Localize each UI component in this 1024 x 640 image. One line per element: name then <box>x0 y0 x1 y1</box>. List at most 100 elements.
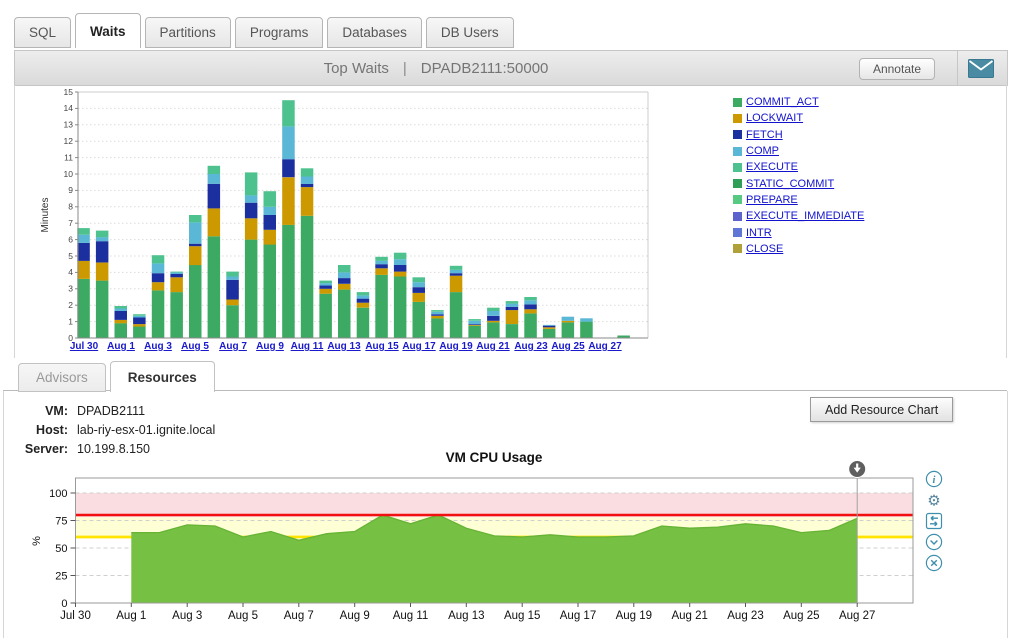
svg-text:4: 4 <box>68 267 73 277</box>
svg-text:Aug 5: Aug 5 <box>228 610 258 622</box>
legend-item-fetch[interactable]: FETCH <box>733 127 864 143</box>
annotate-button[interactable]: Annotate <box>858 58 935 80</box>
svg-text:Aug 1: Aug 1 <box>116 610 146 622</box>
svg-text:Aug 7: Aug 7 <box>284 610 314 622</box>
swap-horizontal-icon[interactable] <box>925 512 943 530</box>
vm-info-label: Host: <box>36 423 68 437</box>
svg-text:Aug 21: Aug 21 <box>671 610 707 622</box>
vm-cpu-usage-chart: 0 25 50 75 100% Jul 30 Aug 1 Aug 3 Aug 5 Aug 7 Aug… <box>31 460 914 622</box>
cpu-chart-toolbar: i ⚙ <box>925 470 943 575</box>
info-circle-icon[interactable]: i <box>925 470 943 488</box>
vm-info-row: VM: DPADB2111 <box>18 402 215 421</box>
svg-text:i: i <box>933 475 936 486</box>
legend-item-intr[interactable]: INTR <box>733 224 864 240</box>
legend-item-close[interactable]: CLOSE <box>733 241 864 257</box>
vm-info-row: Host: lab-riy-esx-01.ignite.local <box>18 421 215 440</box>
tab-sql[interactable]: SQL <box>14 17 72 48</box>
svg-text:14: 14 <box>64 103 74 113</box>
tab-resources[interactable]: Resources <box>109 361 215 392</box>
legend-swatch <box>733 162 742 172</box>
legend-link[interactable]: FETCH <box>746 129 783 141</box>
legend-item-lockwait[interactable]: LOCKWAIT <box>733 110 864 126</box>
svg-text:Aug 15: Aug 15 <box>504 610 540 622</box>
svg-text:100: 100 <box>49 488 67 500</box>
svg-text:7: 7 <box>68 218 73 228</box>
svg-text:Aug 13: Aug 13 <box>448 610 484 622</box>
lower-panel-border-right <box>1007 391 1008 638</box>
legend-swatch <box>733 211 742 221</box>
legend-link[interactable]: CLOSE <box>746 243 783 255</box>
legend-link[interactable]: EXECUTE_IMMEDIATE <box>746 210 864 222</box>
svg-text:12: 12 <box>64 136 74 146</box>
add-resource-chart-button[interactable]: Add Resource Chart <box>810 397 954 422</box>
svg-text:0: 0 <box>61 598 67 610</box>
legend-link[interactable]: INTR <box>746 227 772 239</box>
page-title-text: Top Waits <box>323 59 389 77</box>
tab-databases[interactable]: Databases <box>327 17 422 48</box>
svg-text:Aug 25: Aug 25 <box>783 610 819 622</box>
chevron-down-circle-icon[interactable] <box>925 533 943 551</box>
svg-text:9: 9 <box>68 185 73 195</box>
svg-text:%: % <box>31 536 43 546</box>
legend-swatch <box>733 146 742 156</box>
legend-swatch <box>733 179 742 189</box>
svg-text:8: 8 <box>68 202 73 212</box>
legend-item-prepare[interactable]: PREPARE <box>733 192 864 208</box>
svg-text:25: 25 <box>55 571 67 583</box>
svg-text:2: 2 <box>68 300 73 310</box>
svg-text:15: 15 <box>64 87 74 97</box>
svg-text:10: 10 <box>64 169 74 179</box>
gear-icon[interactable]: ⚙ <box>925 491 943 510</box>
svg-text:50: 50 <box>55 543 67 555</box>
legend-item-static_commit[interactable]: STATIC_COMMIT <box>733 175 864 191</box>
svg-text:11: 11 <box>64 152 73 162</box>
legend-link[interactable]: COMMIT_ACT <box>746 96 819 108</box>
close-circle-icon[interactable] <box>925 554 943 572</box>
legend-swatch <box>733 195 742 205</box>
svg-text:Aug 3: Aug 3 <box>172 610 202 622</box>
tab-partitions[interactable]: Partitions <box>144 17 231 48</box>
legend-swatch <box>733 228 742 238</box>
annotation-marker[interactable] <box>848 460 867 478</box>
resources-tab-bar: Advisors Resources <box>18 361 215 392</box>
tab-db-users[interactable]: DB Users <box>425 17 514 48</box>
svg-text:Aug 11: Aug 11 <box>393 610 429 622</box>
legend-link[interactable]: EXECUTE <box>746 161 798 173</box>
legend-swatch <box>733 244 742 254</box>
top-waits-chart-plot: 0123456789101112131415Minutes <box>40 87 649 343</box>
svg-text:Aug 27: Aug 27 <box>839 610 875 622</box>
svg-text:Aug 23: Aug 23 <box>727 610 763 622</box>
tab-programs[interactable]: Programs <box>234 17 324 48</box>
top-waits-chart: 0 1 2 3 4 5 6 7 8 9 10 11 12 13 14 15 Minutes Jul 30 Aug … <box>14 86 1008 358</box>
svg-text:6: 6 <box>68 234 73 244</box>
legend-swatch <box>733 130 742 140</box>
svg-text:Aug 9: Aug 9 <box>340 610 370 622</box>
svg-text:5: 5 <box>68 251 73 261</box>
vm-info-value: DPADB2111 <box>77 404 146 418</box>
legend-link[interactable]: STATIC_COMMIT <box>746 178 834 190</box>
dpa-application-window: SQL Waits Partitions Programs Databases DB Us… <box>0 0 1024 640</box>
vm-info-label: VM: <box>45 404 68 418</box>
legend-link[interactable]: COMP <box>746 145 779 157</box>
legend-link[interactable]: LOCKWAIT <box>746 112 803 124</box>
legend-item-commit_act[interactable]: COMMIT_ACT <box>733 94 864 110</box>
legend-item-execute[interactable]: EXECUTE <box>733 159 864 175</box>
main-tab-bar: SQL Waits Partitions Programs Databases DB Us… <box>14 13 514 48</box>
svg-text:⚙: ⚙ <box>927 492 940 510</box>
svg-text:Jul 30: Jul 30 <box>60 610 91 622</box>
title-separator: | <box>402 59 407 77</box>
svg-text:Aug 19: Aug 19 <box>616 610 652 622</box>
legend-item-execute_immediate[interactable]: EXECUTE_IMMEDIATE <box>733 208 864 224</box>
vm-info-value: lab-riy-esx-01.ignite.local <box>77 423 216 437</box>
svg-text:1: 1 <box>68 316 73 326</box>
legend-link[interactable]: PREPARE <box>746 194 798 206</box>
top-waits-legend: COMMIT_ACT LOCKWAIT FETCH COMP EXECUTE STATIC… <box>733 94 864 257</box>
date-link[interactable]: Aug 27 <box>583 341 627 352</box>
top-waits-header-bar: Top Waits | DPADB2111:50000 Annotate <box>14 50 1008 86</box>
legend-swatch <box>733 113 742 123</box>
legend-item-comp[interactable]: COMP <box>733 143 864 159</box>
legend-swatch <box>733 97 742 107</box>
tab-advisors[interactable]: Advisors <box>18 363 106 392</box>
tab-waits[interactable]: Waits <box>75 13 141 48</box>
email-envelope-icon[interactable] <box>968 59 994 83</box>
